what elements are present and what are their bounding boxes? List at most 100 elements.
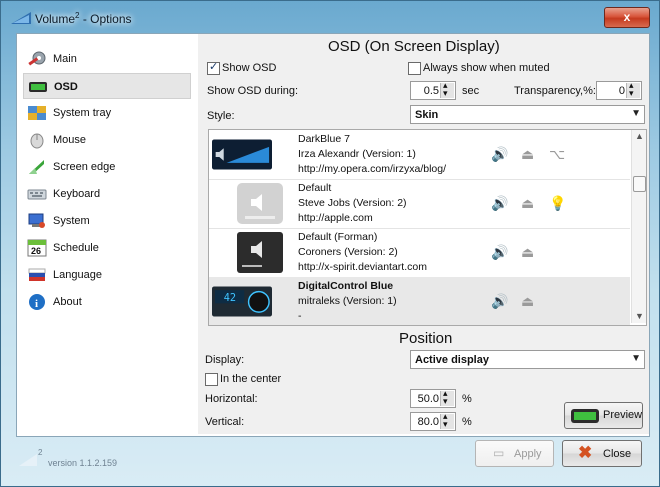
eject-icon[interactable]: ⏏ — [521, 195, 534, 212]
in-center-label: In the center — [220, 373, 282, 385]
skin-list-item[interactable]: Default (Forman) Coroners (Version: 2) h… — [209, 228, 630, 278]
sidebar-item-system[interactable]: System — [23, 208, 191, 234]
skin-author: Coroners (Version: 2) — [298, 246, 398, 258]
skin-name: DarkBlue 7 — [298, 133, 350, 145]
screen-edge-icon — [29, 160, 44, 174]
show-osd-during-label: Show OSD during: — [207, 85, 299, 97]
horizontal-spinner[interactable]: 50.0 — [410, 388, 456, 408]
eject-icon[interactable]: ⏏ — [521, 293, 534, 310]
scroll-down-icon[interactable]: ▼ — [635, 311, 644, 321]
skin-url: http://my.opera.com/irzyxa/blog/ — [298, 163, 447, 175]
close-x-icon: ✖ — [578, 443, 593, 462]
flag-icon — [28, 268, 46, 281]
sidebar-item-label: Keyboard — [53, 188, 101, 200]
sidebar-item-osd[interactable]: OSD — [23, 73, 191, 99]
skin-author: Irza Alexandr (Version: 1) — [298, 148, 416, 160]
speaker-icon[interactable]: 🔊 — [491, 146, 508, 163]
sidebar-item-about[interactable]: i About — [23, 289, 191, 315]
calendar-icon: 26 — [27, 239, 47, 257]
sidebar-item-label: Schedule — [53, 242, 99, 254]
sidebar-item-label: Mouse — [53, 134, 87, 146]
svg-text:26: 26 — [31, 246, 41, 256]
transparency-spinner[interactable]: 0 — [596, 80, 642, 100]
tray-icon — [28, 106, 46, 120]
skin-list-item[interactable]: Default Steve Jobs (Version: 2) http://a… — [209, 179, 630, 229]
window-title: Volume2 - Options — [35, 11, 132, 26]
window-close-button[interactable]: x — [604, 7, 650, 28]
skin-list-item[interactable]: DarkBlue 7 Irza Alexandr (Version: 1) ht… — [209, 130, 630, 180]
sidebar-item-system-tray[interactable]: System tray — [23, 100, 191, 126]
style-dropdown[interactable]: Skin ▼ — [410, 105, 645, 124]
sidebar-item-label: Screen edge — [53, 161, 116, 173]
preview-button[interactable]: Preview — [564, 402, 643, 429]
spinner-arrows-icon[interactable] — [626, 80, 640, 99]
wrench-gear-icon — [28, 51, 46, 66]
sidebar-item-schedule[interactable]: 26 Schedule — [23, 235, 191, 261]
sidebar-item-screen-edge[interactable]: Screen edge — [23, 154, 191, 180]
show-osd-during-spinner[interactable]: 0.5 — [410, 80, 456, 100]
speaker-icon[interactable]: 🔊 — [491, 195, 508, 212]
svg-text:i: i — [35, 298, 38, 310]
skin-url: - — [298, 310, 302, 322]
sidebar-item-mouse[interactable]: Mouse — [23, 127, 191, 153]
chevron-down-icon: ▼ — [631, 353, 641, 364]
transparency-label: Transparency,%: — [514, 85, 596, 97]
show-osd-checkbox[interactable] — [207, 60, 220, 75]
spinner-arrows-icon[interactable] — [440, 411, 454, 430]
mouse-icon — [30, 133, 44, 149]
eject-icon[interactable]: ⏏ — [521, 244, 534, 261]
skin-name: Default (Forman) — [298, 231, 378, 243]
sidebar-item-main[interactable]: Main — [23, 46, 191, 72]
sidebar-item-keyboard[interactable]: Keyboard — [23, 181, 191, 207]
skin-preview-default — [237, 183, 283, 224]
sidebar-item-label: About — [53, 296, 82, 308]
eject-icon[interactable]: ⏏ — [521, 146, 534, 163]
scroll-thumb[interactable] — [633, 176, 646, 192]
volume-app-icon — [11, 12, 31, 24]
sidebar-item-label: System tray — [53, 107, 112, 119]
seconds-unit-label: sec — [462, 85, 480, 97]
skin-preview-forman — [237, 232, 283, 273]
skin-author: mitraleks (Version: 1) — [298, 295, 397, 307]
system-icon — [28, 213, 45, 228]
sidebar-item-label: Language — [53, 269, 102, 281]
vertical-percent-label: % — [462, 416, 472, 428]
always-show-muted-checkbox[interactable] — [408, 62, 421, 75]
speaker-icon[interactable]: 🔊 — [491, 293, 508, 310]
position-section-title: Position — [399, 330, 453, 347]
options-window: Volume2 - Options x Main OSD System tray… — [0, 0, 660, 487]
speaker-icon[interactable]: 🔊 — [491, 244, 508, 261]
keyboard-icon — [27, 189, 47, 200]
svg-text:2: 2 — [38, 448, 43, 457]
spinner-arrows-icon[interactable] — [440, 388, 454, 407]
chevron-down-icon: ▼ — [631, 108, 641, 119]
show-osd-label: Show OSD — [222, 62, 277, 74]
skin-preview-darkblue — [212, 139, 272, 170]
in-center-checkbox[interactable] — [205, 373, 218, 386]
title-bar[interactable]: Volume2 - Options x — [1, 1, 659, 31]
skin-author: Steve Jobs (Version: 2) — [298, 197, 407, 209]
vertical-label: Vertical: — [205, 416, 245, 428]
skin-name: DigitalControl Blue — [298, 280, 394, 292]
skin-list[interactable]: DarkBlue 7 Irza Alexandr (Version: 1) ht… — [208, 129, 647, 326]
display-dropdown[interactable]: Active display ▼ — [410, 350, 645, 369]
apply-button[interactable]: ▭ Apply — [475, 440, 554, 467]
usb-icon[interactable]: ⌥ — [549, 146, 565, 163]
osd-settings-panel: OSD (On Screen Display) Show OSD Always … — [198, 34, 649, 434]
skin-list-scrollbar[interactable]: ▲ ▼ — [631, 130, 646, 323]
scroll-up-icon[interactable]: ▲ — [635, 131, 644, 141]
skin-list-item-selected[interactable]: 42 DigitalControl Blue mitraleks (Versio… — [209, 277, 630, 325]
skin-url: http://apple.com — [298, 212, 373, 224]
skin-name: Default — [298, 182, 332, 194]
bulb-icon[interactable]: 💡 — [549, 195, 566, 212]
vertical-spinner[interactable]: 80.0 — [410, 411, 456, 431]
spinner-arrows-icon[interactable] — [440, 80, 454, 99]
style-label: Style: — [207, 110, 235, 122]
sidebar-item-language[interactable]: Language — [23, 262, 191, 288]
horizontal-percent-label: % — [462, 393, 472, 405]
skin-url: http://x-spirit.deviantart.com — [298, 261, 427, 273]
osd-section-title: OSD (On Screen Display) — [328, 38, 500, 55]
apply-doc-icon: ▭ — [493, 446, 505, 460]
close-button[interactable]: ✖ Close — [562, 440, 642, 467]
display-label: Display: — [205, 354, 245, 366]
